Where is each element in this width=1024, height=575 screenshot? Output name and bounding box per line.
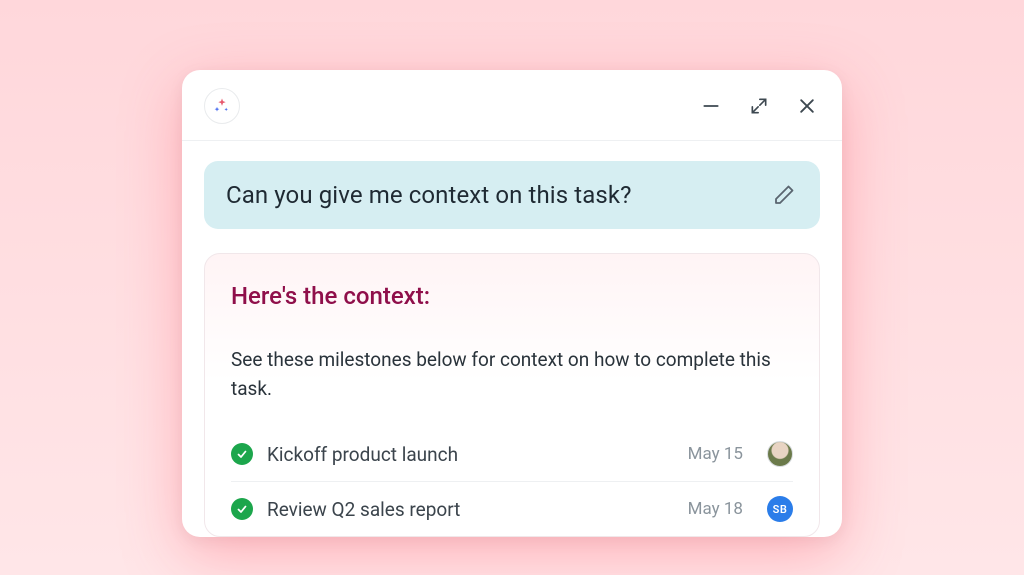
- close-button[interactable]: [796, 95, 818, 117]
- edit-prompt-button[interactable]: [770, 181, 798, 209]
- milestone-list: Kickoff product launch May 15 Review Q2 …: [231, 427, 793, 536]
- ai-sparkle-icon: [204, 88, 240, 124]
- milestone-title: Kickoff product launch: [267, 443, 674, 466]
- window-controls: [700, 95, 818, 117]
- user-prompt-box: Can you give me context on this task?: [204, 161, 820, 229]
- ai-response-card: Here's the context: See these milestones…: [204, 253, 820, 537]
- milestone-date: May 18: [688, 499, 743, 519]
- response-heading: Here's the context:: [231, 282, 793, 310]
- check-complete-icon: [231, 443, 253, 465]
- milestone-title: Review Q2 sales report: [267, 498, 674, 521]
- milestone-date: May 15: [688, 444, 743, 464]
- ai-assistant-window: Can you give me context on this task? He…: [182, 70, 842, 537]
- milestone-row[interactable]: Kickoff product launch May 15: [231, 427, 793, 481]
- window-titlebar: [182, 70, 842, 141]
- check-complete-icon: [231, 498, 253, 520]
- assignee-avatar[interactable]: SB: [767, 496, 793, 522]
- assignee-avatar[interactable]: [767, 441, 793, 467]
- expand-button[interactable]: [748, 95, 770, 117]
- minimize-button[interactable]: [700, 95, 722, 117]
- window-content: Can you give me context on this task? He…: [182, 141, 842, 537]
- milestone-row[interactable]: Review Q2 sales report May 18 SB: [231, 481, 793, 536]
- response-body: See these milestones below for context o…: [231, 346, 793, 403]
- user-prompt-text: Can you give me context on this task?: [226, 181, 632, 209]
